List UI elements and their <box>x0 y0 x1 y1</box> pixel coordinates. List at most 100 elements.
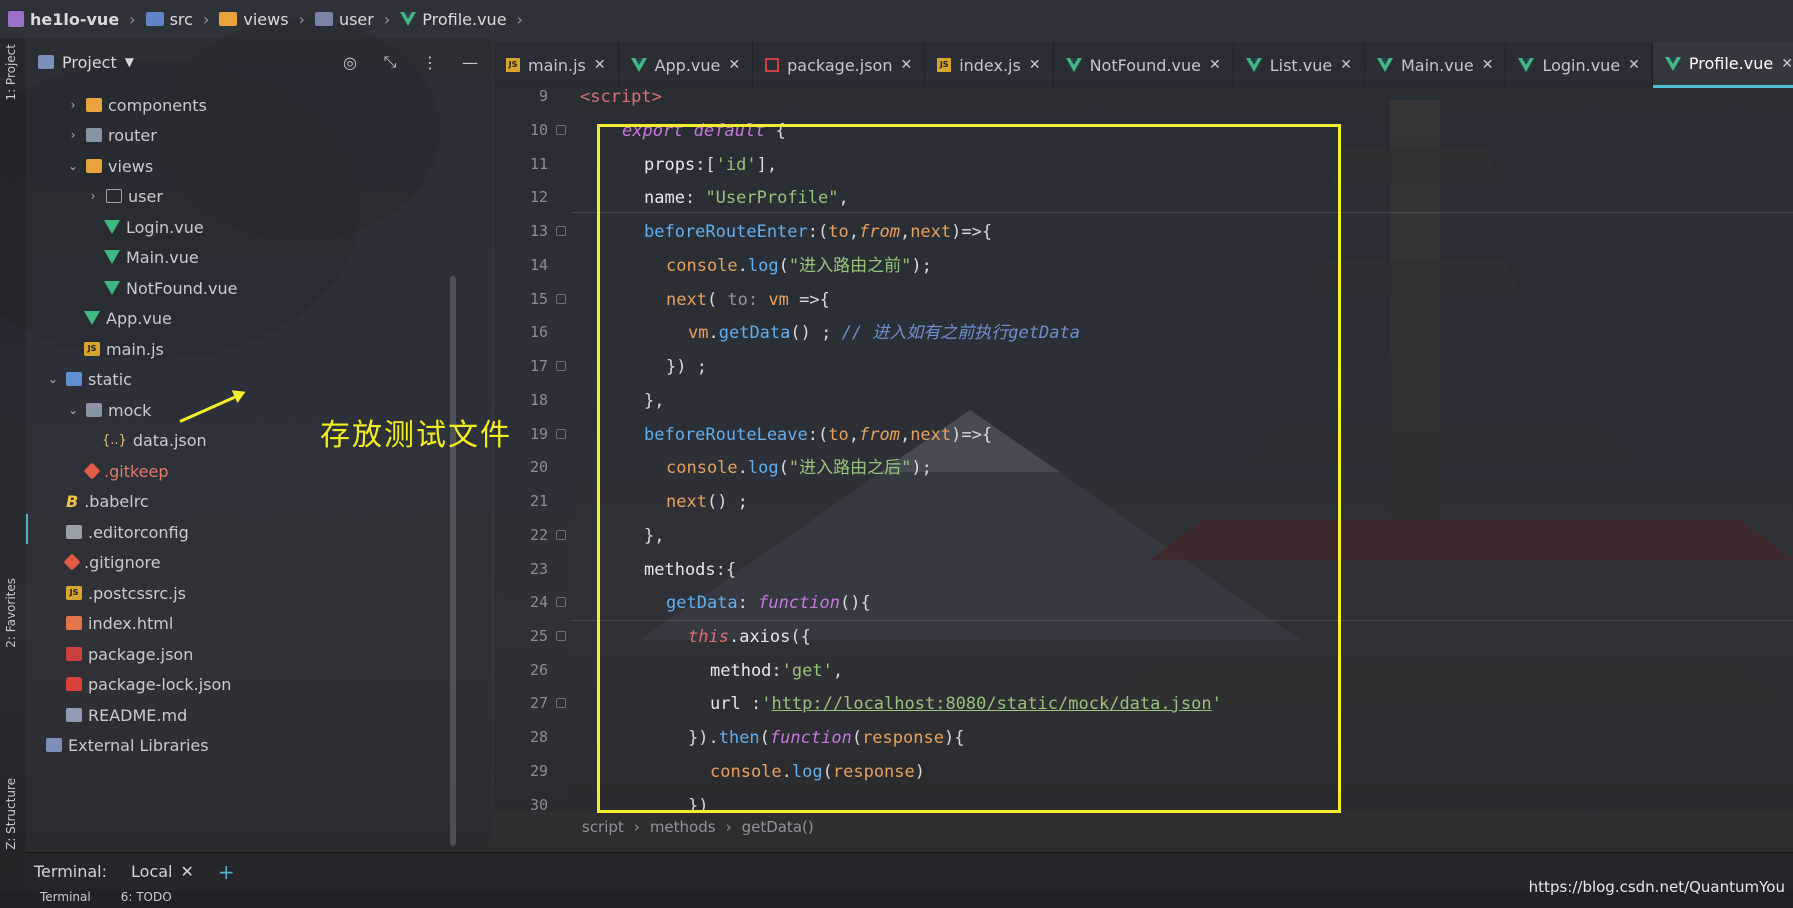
tree-item-gitignore[interactable]: .gitignore <box>63 547 161 577</box>
line-number: 20 <box>529 458 548 476</box>
fold-marker[interactable] <box>556 226 566 236</box>
lock-file-icon <box>66 677 82 691</box>
tab-terminal[interactable]: Terminal <box>40 890 91 908</box>
tree-item-postcssrc[interactable]: JS .postcssrc.js <box>66 578 186 608</box>
js-file-icon: JS <box>66 586 82 600</box>
highlight-box <box>597 124 1341 813</box>
close-icon[interactable]: ✕ <box>180 862 193 881</box>
tab-todo[interactable]: 6: TODO <box>121 890 172 908</box>
git-file-icon <box>63 553 81 571</box>
navigation-breadcrumb: he1lo-vue › src › views › user › Profile.vue… <box>0 0 1793 38</box>
project-panel-header: Project ▼ ◎ ⤡ ⋮ — <box>26 38 492 86</box>
tree-item-editorconfig[interactable]: .editorconfig <box>66 517 189 547</box>
tree-item-router[interactable]: › router <box>66 120 157 150</box>
project-scrollbar[interactable] <box>450 276 456 846</box>
close-icon[interactable]: ✕ <box>728 57 740 73</box>
tab-notfound-vue[interactable]: NotFound.vue ✕ <box>1054 42 1234 88</box>
close-icon[interactable]: ✕ <box>1628 57 1640 73</box>
project-view-selector[interactable]: Project <box>62 53 117 72</box>
favorites-tool-tab[interactable]: 2: Favorites <box>4 578 18 648</box>
breadcrumb-user[interactable]: user › <box>314 10 394 29</box>
terminal-tab-local[interactable]: Local ✕ <box>121 862 204 881</box>
tree-item-package-lock[interactable]: package-lock.json <box>66 669 231 699</box>
tree-item-components[interactable]: › components <box>66 90 207 120</box>
fold-marker[interactable] <box>556 294 566 304</box>
close-icon[interactable]: ✕ <box>1209 57 1221 73</box>
folder-icon <box>106 189 122 203</box>
project-tool-tab[interactable]: 1: Project <box>4 44 18 101</box>
close-icon[interactable]: ✕ <box>1781 56 1793 72</box>
tab-package-json[interactable]: package.json ✕ <box>753 42 926 88</box>
tree-item-readme[interactable]: README.md <box>66 700 187 730</box>
code-crumb-script[interactable]: script <box>582 818 624 836</box>
annotation-label: 存放测试文件 <box>320 418 512 453</box>
babel-file-icon: B <box>66 491 79 511</box>
chevron-down-icon[interactable]: ▼ <box>125 55 134 69</box>
structure-tool-tab[interactable]: Z: Structure <box>4 778 18 850</box>
breadcrumb-project[interactable]: he1lo-vue › <box>8 10 140 29</box>
close-icon[interactable]: ✕ <box>900 57 912 73</box>
breadcrumb-file[interactable]: Profile.vue › <box>400 10 527 29</box>
tab-main-js[interactable]: JS main.js ✕ <box>494 42 619 88</box>
tree-item-user[interactable]: › user <box>86 181 163 211</box>
tab-app-vue[interactable]: App.vue ✕ <box>619 42 754 88</box>
tree-item-package-json[interactable]: package.json <box>66 639 193 669</box>
fold-marker[interactable] <box>556 125 566 135</box>
tab-index-js[interactable]: JS index.js ✕ <box>925 42 1054 88</box>
line-number: 17 <box>529 357 548 375</box>
code-breadcrumb: script › methods › getData() <box>582 818 814 836</box>
fold-marker[interactable] <box>556 361 566 371</box>
add-terminal-icon[interactable]: + <box>218 860 235 884</box>
folder-icon <box>86 159 102 173</box>
vue-file-icon <box>1518 58 1535 72</box>
tree-item-babelrc[interactable]: B .babelrc <box>66 486 149 516</box>
options-menu-icon[interactable]: ⋮ <box>420 52 440 72</box>
tree-item-notfound-vue[interactable]: NotFound.vue <box>104 273 237 303</box>
fold-marker[interactable] <box>556 631 566 641</box>
close-icon[interactable]: ✕ <box>1340 57 1352 73</box>
package-file-icon <box>765 58 780 72</box>
fold-marker[interactable] <box>556 597 566 607</box>
tree-item-app-vue[interactable]: App.vue <box>84 303 172 333</box>
folder-icon <box>86 403 102 417</box>
tree-item-index-html[interactable]: index.html <box>66 608 173 638</box>
vue-file-icon <box>1065 58 1082 72</box>
line-number: 23 <box>529 560 548 578</box>
tree-item-main-vue[interactable]: Main.vue <box>104 242 199 272</box>
tree-item-login-vue[interactable]: Login.vue <box>104 212 204 242</box>
tree-item-gitkeep[interactable]: .gitkeep <box>83 456 169 486</box>
code-crumb-getdata[interactable]: getData() <box>742 818 814 836</box>
close-icon[interactable]: ✕ <box>1029 57 1041 73</box>
hide-panel-icon[interactable]: — <box>460 52 480 72</box>
vue-file-icon <box>104 220 120 234</box>
collapse-all-icon[interactable]: ⤡ <box>380 52 400 72</box>
line-number: 12 <box>529 188 548 206</box>
line-number: 21 <box>529 492 548 510</box>
tab-profile-vue[interactable]: Profile.vue ✕ <box>1652 42 1793 88</box>
tab-login-vue[interactable]: Login.vue ✕ <box>1506 42 1653 88</box>
breadcrumb-views[interactable]: views › <box>219 10 309 29</box>
close-icon[interactable]: ✕ <box>1482 57 1494 73</box>
code-crumb-methods[interactable]: methods <box>650 818 716 836</box>
fold-marker[interactable] <box>556 429 566 439</box>
folder-icon <box>86 128 102 142</box>
tree-item-data-json[interactable]: {..} data.json <box>102 425 207 455</box>
fold-marker[interactable] <box>556 530 566 540</box>
package-file-icon <box>66 647 82 661</box>
js-file-icon: JS <box>506 58 520 72</box>
config-file-icon <box>66 525 82 539</box>
tree-item-views[interactable]: ⌄ views <box>66 151 153 181</box>
locate-icon[interactable]: ◎ <box>340 52 360 72</box>
folder-icon <box>145 12 164 26</box>
tab-list-vue[interactable]: List.vue ✕ <box>1234 42 1365 88</box>
tree-item-static[interactable]: ⌄ static <box>46 364 132 394</box>
tree-item-main-js[interactable]: JS main.js <box>84 334 164 364</box>
tree-item-mock[interactable]: ⌄ mock <box>66 395 151 425</box>
tab-main-vue[interactable]: Main.vue ✕ <box>1365 42 1507 88</box>
tree-item-external-libraries[interactable]: External Libraries <box>46 730 209 760</box>
git-file-icon <box>83 462 101 480</box>
terminal-label: Terminal: <box>34 862 108 881</box>
breadcrumb-src[interactable]: src › <box>145 10 214 29</box>
close-icon[interactable]: ✕ <box>594 57 606 73</box>
fold-marker[interactable] <box>556 698 566 708</box>
